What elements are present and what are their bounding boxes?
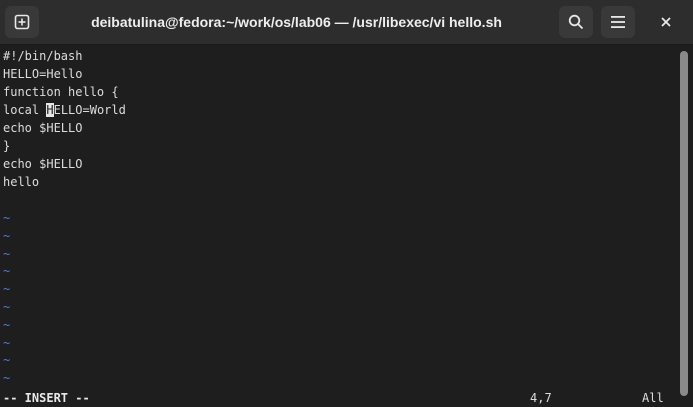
tilde-marker: ~ [3, 246, 11, 261]
cursor-position: 4,7 [530, 391, 552, 405]
close-button[interactable] [649, 6, 683, 38]
text-cursor: H [46, 103, 54, 117]
search-icon [568, 14, 584, 30]
scrollbar-thumb[interactable] [680, 51, 688, 396]
scrollbar-track[interactable] [676, 45, 693, 407]
editor-line: HELLO=Hello [3, 67, 83, 81]
editor-line: echo $HELLO [3, 121, 83, 135]
hamburger-menu-icon [611, 16, 625, 28]
close-icon [661, 17, 671, 27]
editor-line: } [3, 139, 11, 153]
tilde-marker: ~ [3, 300, 11, 314]
new-tab-button[interactable] [5, 6, 39, 38]
editor-line: #!/bin/bash [3, 49, 83, 63]
editor-line: hello [3, 175, 40, 189]
editor-line: function hello { [3, 85, 119, 99]
tilde-marker: ~ [3, 317, 11, 332]
tilde-marker: ~ [3, 211, 11, 225]
tilde-marker: ~ [3, 335, 11, 350]
menu-button[interactable] [601, 6, 635, 38]
search-button[interactable] [559, 6, 593, 38]
editor-line: echo $HELLO [3, 157, 83, 171]
tilde-marker: ~ [3, 353, 11, 368]
vi-mode-indicator: -- INSERT -- [3, 391, 90, 405]
new-tab-icon [14, 14, 30, 30]
cursor-line-suffix: ELLO=World [53, 103, 126, 117]
tilde-marker: ~ [3, 282, 11, 297]
editor-line-cursor: local HELLO=World [3, 101, 126, 119]
tilde-marker: ~ [3, 228, 11, 243]
tilde-marker: ~ [3, 264, 11, 279]
terminal-area[interactable]: #!/bin/bash HELLO=Hello function hello {… [0, 45, 676, 407]
window-titlebar: deibatulina@fedora:~/work/os/lab06 — /us… [0, 0, 693, 45]
window-title: deibatulina@fedora:~/work/os/lab06 — /us… [91, 14, 502, 30]
scroll-indicator: All [642, 391, 664, 405]
cursor-line-prefix: local [3, 103, 47, 117]
tilde-marker: ~ [3, 371, 11, 386]
